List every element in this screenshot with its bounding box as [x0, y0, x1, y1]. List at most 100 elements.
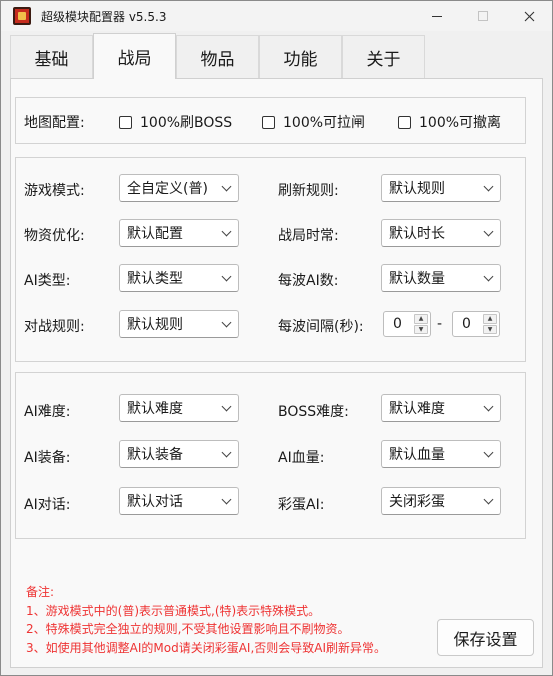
wave-interval-max-input[interactable]: 0 ▲ ▼	[452, 311, 500, 337]
chevron-down-icon	[221, 401, 232, 412]
ai-gear-select[interactable]: 默认装备	[119, 440, 239, 468]
chevron-down-icon	[221, 494, 232, 505]
ai-type-value: 默认类型	[127, 271, 183, 287]
match-duration-label: 战局时常:	[278, 228, 339, 244]
combat-rule-label: 对战规则:	[24, 319, 85, 335]
chevron-down-icon	[483, 226, 494, 237]
window-title: 超级模块配置器 v5.5.3	[41, 9, 167, 24]
chevron-down-icon	[221, 271, 232, 282]
chevron-down-icon	[483, 401, 494, 412]
spinner-buttons: ▲ ▼	[414, 314, 428, 334]
ai-per-wave-label: 每波AI数:	[278, 273, 339, 289]
checkbox-switch-label: 100%可拉闸	[283, 115, 366, 131]
game-mode-label: 游戏模式:	[24, 183, 85, 199]
minimize-icon	[432, 15, 442, 17]
maximize-icon	[478, 11, 488, 21]
combat-rule-value: 默认规则	[127, 317, 183, 333]
ai-dialog-value: 默认对话	[127, 494, 183, 510]
checkbox-switch-box[interactable]	[262, 115, 275, 129]
chevron-down-icon	[221, 317, 232, 328]
match-duration-select[interactable]: 默认时长	[381, 219, 501, 247]
checkbox-boss[interactable]: 100%刷BOSS	[119, 112, 232, 132]
supply-opt-label: 物资优化:	[24, 228, 85, 244]
checkbox-boss-box[interactable]	[119, 115, 132, 129]
wave-interval-label: 每波间隔(秒):	[278, 319, 364, 335]
tab-about[interactable]: 关于	[342, 35, 425, 79]
ai-type-label: AI类型:	[24, 273, 71, 289]
maximize-button	[460, 1, 506, 31]
chevron-down-icon	[221, 181, 232, 192]
checkbox-extract-box[interactable]	[398, 115, 411, 129]
note-line-2: 2、特殊模式完全独立的规则,不受其他设置影响且不刷物资。	[26, 622, 350, 636]
chevron-down-icon	[483, 494, 494, 505]
tab-features[interactable]: 功能	[259, 35, 342, 79]
ai-per-wave-select[interactable]: 默认数量	[381, 264, 501, 292]
wave-interval-min-input[interactable]: 0 ▲ ▼	[383, 311, 431, 337]
spin-down-button[interactable]: ▼	[414, 324, 428, 334]
tab-bar: 基础 战局 物品 功能 关于	[10, 33, 425, 79]
chevron-down-icon	[483, 447, 494, 458]
ai-health-label: AI血量:	[278, 450, 325, 466]
spinner-buttons: ▲ ▼	[483, 314, 497, 334]
close-icon	[524, 11, 534, 21]
ai-settings-group: AI难度: 默认难度 BOSS难度: 默认难度 AI装备: 默认装备 AI血量:…	[15, 372, 526, 539]
ai-dialog-select[interactable]: 默认对话	[119, 487, 239, 515]
refresh-rule-label: 刷新规则:	[278, 183, 339, 199]
map-config-group: 地图配置: 100%刷BOSS 100%可拉闸 100%可撤离	[15, 97, 526, 144]
app-logo-icon	[13, 7, 31, 25]
refresh-rule-value: 默认规则	[389, 181, 445, 197]
ai-health-select[interactable]: 默认血量	[381, 440, 501, 468]
wave-interval-max-value: 0	[462, 316, 471, 332]
checkbox-boss-label: 100%刷BOSS	[140, 115, 233, 131]
easter-egg-select[interactable]: 关闭彩蛋	[381, 487, 501, 515]
ai-difficulty-label: AI难度:	[24, 404, 71, 420]
chevron-down-icon	[221, 226, 232, 237]
checkbox-switch[interactable]: 100%可拉闸	[262, 112, 365, 132]
refresh-rule-select[interactable]: 默认规则	[381, 174, 501, 202]
ai-difficulty-value: 默认难度	[127, 401, 183, 417]
map-config-label: 地图配置:	[24, 115, 85, 131]
app-window: 超级模块配置器 v5.5.3 基础 战局 物品 功能 关于 地图配置: 100%…	[0, 0, 553, 676]
spin-up-button[interactable]: ▲	[414, 314, 428, 324]
game-settings-group: 游戏模式: 全自定义(普) 刷新规则: 默认规则 物资优化: 默认配置 战局时常…	[15, 157, 526, 362]
ai-per-wave-value: 默认数量	[389, 271, 445, 287]
match-duration-value: 默认时长	[389, 226, 445, 242]
chevron-down-icon	[483, 181, 494, 192]
notes-title: 备注:	[26, 585, 55, 599]
combat-rule-select[interactable]: 默认规则	[119, 310, 239, 338]
easter-egg-value: 关闭彩蛋	[389, 494, 445, 510]
spin-up-button[interactable]: ▲	[483, 314, 497, 324]
note-line-1: 1、游戏模式中的(普)表示普通模式,(特)表示特殊模式。	[26, 603, 321, 618]
game-mode-select[interactable]: 全自定义(普)	[119, 174, 239, 202]
ai-health-value: 默认血量	[389, 447, 445, 463]
checkbox-extract[interactable]: 100%可撤离	[398, 112, 501, 132]
ai-gear-value: 默认装备	[127, 447, 183, 463]
ai-difficulty-select[interactable]: 默认难度	[119, 394, 239, 422]
game-mode-value: 全自定义(普)	[127, 181, 208, 197]
tab-basic[interactable]: 基础	[10, 35, 93, 79]
spin-down-button[interactable]: ▼	[483, 324, 497, 334]
tab-match[interactable]: 战局	[93, 33, 176, 79]
note-line-3: 3、如使用其他调整AI的Mod请关闭彩蛋AI,否则会导致AI刷新异常。	[26, 640, 387, 655]
ai-type-select[interactable]: 默认类型	[119, 264, 239, 292]
wave-interval-separator: -	[437, 316, 443, 332]
minimize-button[interactable]	[414, 1, 460, 31]
close-button[interactable]	[506, 1, 552, 31]
window-controls	[414, 1, 552, 31]
tab-items[interactable]: 物品	[176, 35, 259, 79]
checkbox-extract-label: 100%可撤离	[419, 115, 502, 131]
chevron-down-icon	[221, 447, 232, 458]
wave-interval-min-value: 0	[393, 316, 402, 332]
ai-dialog-label: AI对话:	[24, 497, 71, 513]
boss-difficulty-label: BOSS难度:	[278, 404, 349, 420]
save-settings-button[interactable]: 保存设置	[437, 619, 534, 656]
title-bar: 超级模块配置器 v5.5.3	[1, 1, 552, 31]
notes-block: 备注: 1、游戏模式中的(普)表示普通模式,(特)表示特殊模式。 2、特殊模式完…	[26, 583, 386, 657]
supply-opt-value: 默认配置	[127, 226, 183, 242]
easter-egg-label: 彩蛋AI:	[278, 497, 325, 513]
supply-opt-select[interactable]: 默认配置	[119, 219, 239, 247]
boss-difficulty-select[interactable]: 默认难度	[381, 394, 501, 422]
ai-gear-label: AI装备:	[24, 450, 71, 466]
boss-difficulty-value: 默认难度	[389, 401, 445, 417]
chevron-down-icon	[483, 271, 494, 282]
